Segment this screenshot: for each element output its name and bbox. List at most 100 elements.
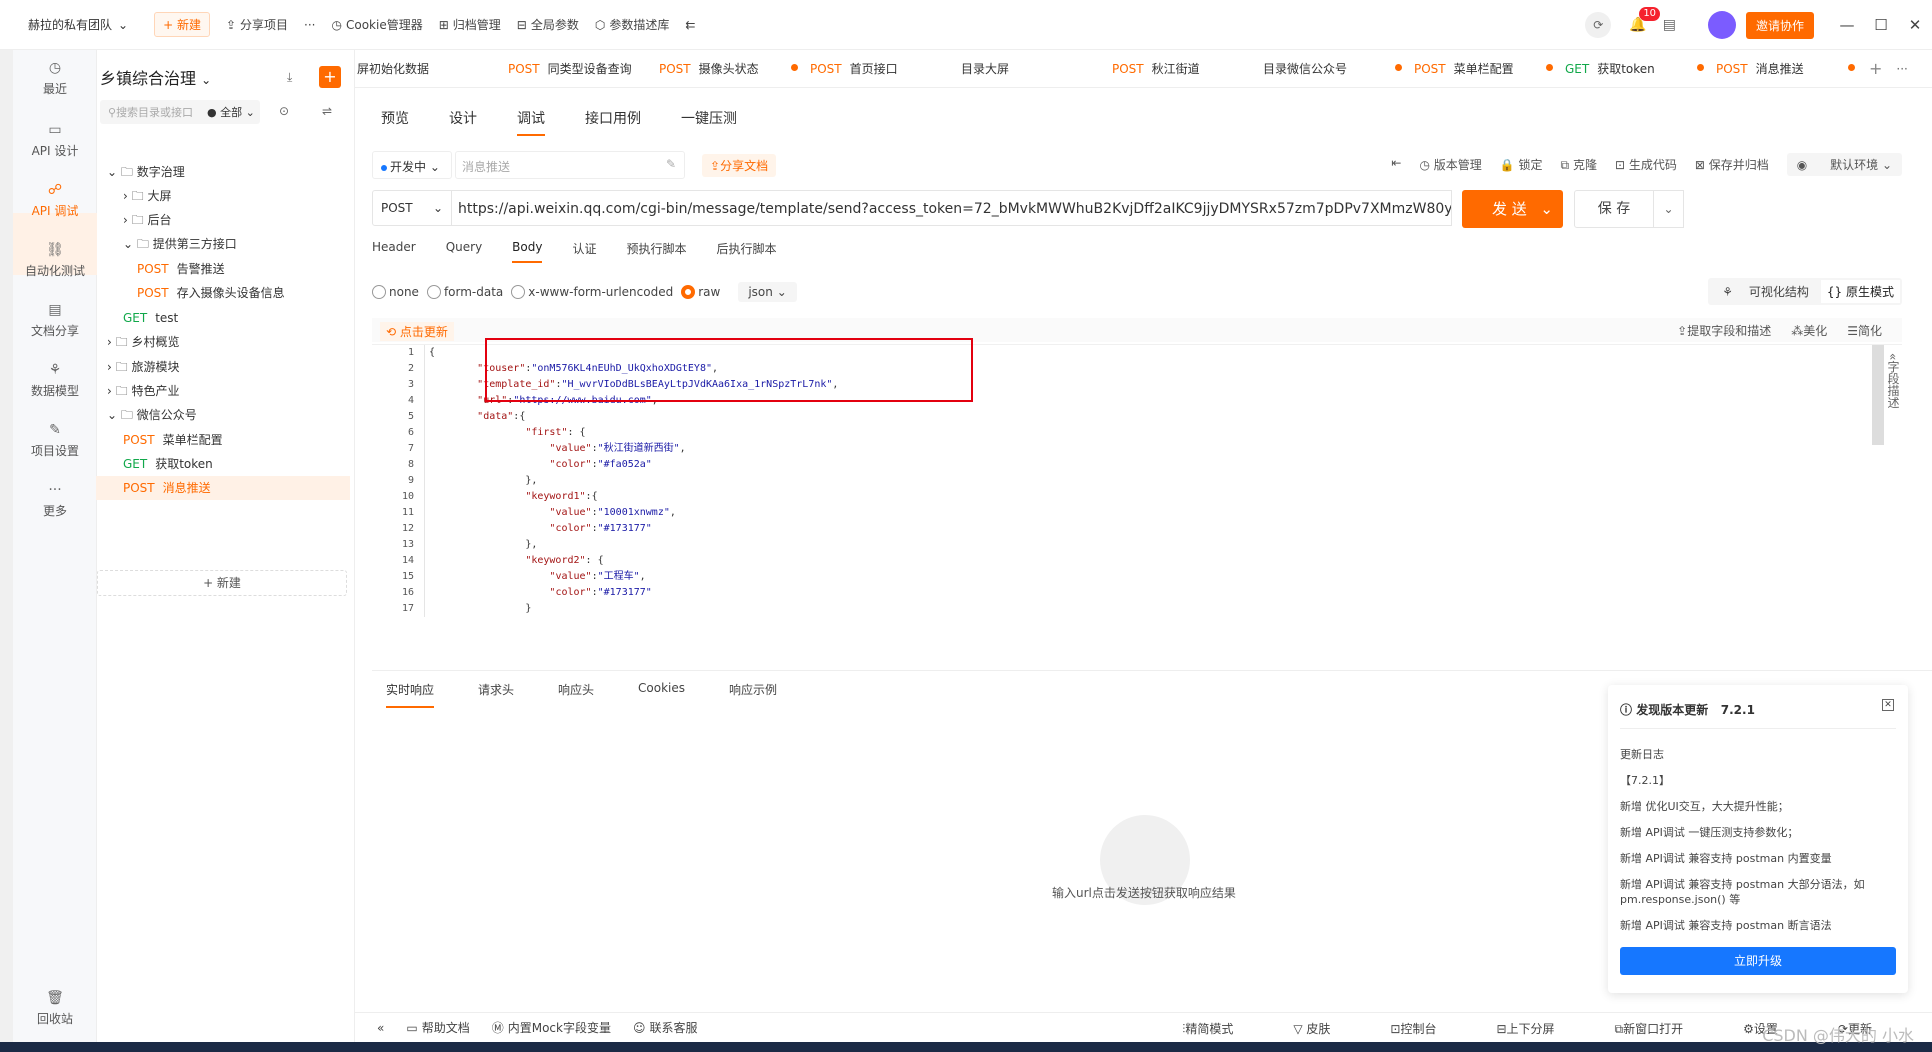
refresh-button[interactable]: ⟲ 点击更新 xyxy=(380,322,454,341)
raw-mode-button[interactable]: {} 原生模式 xyxy=(1820,280,1900,303)
lock-button[interactable]: 🔒 锁定 xyxy=(1500,156,1543,176)
raw-format-select[interactable]: json ⌄ xyxy=(738,282,797,302)
nav-automation[interactable]: ⛓ 自动化测试 xyxy=(13,242,97,279)
team-selector[interactable]: 赫拉的私有团队 ⌄ xyxy=(28,16,128,33)
save-more-icon[interactable]: ⌄ xyxy=(1654,190,1684,228)
help-docs-button[interactable]: ▭ 帮助文档 xyxy=(406,1019,469,1036)
bell-icon[interactable]: 🔔 10 xyxy=(1629,7,1661,33)
more-menu-button[interactable]: ··· xyxy=(304,18,315,32)
param-library-button[interactable]: ⬡ 参数描述库 xyxy=(595,16,670,33)
tab-item[interactable]: 屏初始化数据 xyxy=(355,60,506,77)
nav-api-debug[interactable]: ☍ API 调试 xyxy=(13,182,97,219)
nav-doc-share[interactable]: ▤ 文档分享 xyxy=(13,302,97,339)
minimize-icon[interactable]: — xyxy=(1830,16,1864,34)
radio-form-data[interactable]: form-data xyxy=(426,285,503,299)
tree-folder[interactable]: ⌄ 🗀 提供第三方接口 xyxy=(97,232,347,256)
tab-item[interactable]: 目录大屏 xyxy=(959,60,1110,77)
nav-data-model[interactable]: ⚘ 数据模型 xyxy=(13,362,97,399)
tab-item[interactable]: 目录微信公众号 xyxy=(1261,60,1412,77)
tree-filter-select[interactable]: ● 全部 ⌄ xyxy=(207,104,255,120)
archive-button[interactable]: ⊞ 归档管理 xyxy=(439,16,501,33)
tab-stress-test[interactable]: 一键压测 xyxy=(681,108,737,136)
maximize-icon[interactable]: ☐ xyxy=(1864,16,1898,34)
env-select[interactable]: ◉ 默认环境 ⌄ xyxy=(1786,153,1902,176)
sync-icon[interactable]: ⟳ xyxy=(1585,12,1612,38)
new-window-button[interactable]: ⧉新窗口打开 xyxy=(1615,1020,1714,1037)
tab-query[interactable]: Query xyxy=(446,240,482,263)
import-icon[interactable]: ⤓ xyxy=(287,70,292,85)
save-button[interactable]: 保 存 xyxy=(1574,190,1654,228)
tab-preview[interactable]: 预览 xyxy=(381,108,409,136)
status-select[interactable]: 开发中 ⌄ xyxy=(372,151,452,179)
api-name-input[interactable]: 消息推送 ✎ xyxy=(455,151,685,179)
tab-pre-script[interactable]: 预执行脚本 xyxy=(626,240,686,263)
nav-project-settings[interactable]: ✎ 项目设置 xyxy=(13,422,97,459)
tree-folder[interactable]: ⌄ 🗀 微信公众号 xyxy=(97,403,347,427)
method-select[interactable]: POST ⌄ xyxy=(372,190,452,226)
tree-api-item[interactable]: POST 存入摄像头设备信息 xyxy=(97,281,347,305)
tab-auth[interactable]: 认证 xyxy=(572,240,596,263)
cookie-manager-button[interactable]: ◷ Cookie管理器 xyxy=(331,16,422,33)
tree-api-item[interactable]: POST 告警推送 xyxy=(97,257,347,281)
tree-folder[interactable]: › 🗀 旅游模块 xyxy=(97,355,347,379)
tree-api-item[interactable]: POST 菜单栏配置 xyxy=(97,428,347,452)
tab-item[interactable]: POST 秋江街道 xyxy=(1110,60,1261,77)
tree-api-item[interactable]: GET 获取token xyxy=(97,452,347,476)
support-button[interactable]: ☺ 联系客服 xyxy=(633,1019,698,1036)
tree-api-item[interactable]: GET test xyxy=(97,306,347,330)
tab-item[interactable]: POST 菜单栏配置 xyxy=(1412,60,1563,77)
simplify-button[interactable]: ☰简化 xyxy=(1847,322,1882,339)
tab-item[interactable]: GET 获取token xyxy=(1563,60,1714,77)
tab-debug[interactable]: 调试 xyxy=(517,108,545,136)
avatar[interactable] xyxy=(1707,11,1736,39)
tree-folder[interactable]: › 🗀 后台 xyxy=(97,208,347,232)
split-button[interactable]: ⊟上下分屏 xyxy=(1496,1020,1584,1037)
radio-urlencoded[interactable]: x-www-form-urlencoded xyxy=(511,285,673,299)
tab-post-script[interactable]: 后执行脚本 xyxy=(717,240,777,263)
visual-mode-button[interactable]: ⚘ 可视化结构 xyxy=(1710,280,1821,303)
nav-api-design[interactable]: ▭ API 设计 xyxy=(13,122,97,159)
clipboard-icon[interactable]: ▤ xyxy=(1663,17,1676,33)
compact-mode-button[interactable]: ⫶精简模式 xyxy=(1182,1020,1263,1037)
global-params-button[interactable]: ⊟ 全局参数 xyxy=(517,16,579,33)
tab-body[interactable]: Body xyxy=(512,240,543,263)
new-node-button[interactable]: + 新建 xyxy=(97,570,347,596)
radio-raw[interactable]: raw xyxy=(681,285,720,299)
add-tab-icon[interactable]: + xyxy=(1869,59,1882,78)
share-doc-button[interactable]: ⇪分享文档 xyxy=(702,154,777,177)
radio-none[interactable]: none xyxy=(372,285,419,299)
outline-toggle-icon[interactable]: ⇤ xyxy=(1391,156,1401,176)
tab-request-headers[interactable]: 请求头 xyxy=(478,671,514,708)
collapse-toolbar-button[interactable]: ⇇ xyxy=(685,18,695,32)
nav-recent[interactable]: ◷ 最近 xyxy=(13,60,97,97)
new-button[interactable]: + 新建 xyxy=(154,12,210,37)
tree-api-item-selected[interactable]: POST 消息推送 xyxy=(96,476,350,500)
tree-folder[interactable]: › 🗀 大屏 xyxy=(97,184,347,208)
tab-item[interactable]: POST 同类型设备查询 xyxy=(506,60,657,77)
nav-more[interactable]: ··· 更多 xyxy=(13,482,97,519)
tab-response-example[interactable]: 响应示例 xyxy=(729,671,777,708)
project-selector[interactable]: 乡镇综合治理 ⌄ xyxy=(100,65,211,89)
nav-recycle-bin[interactable]: 🗑 回收站 xyxy=(13,990,97,1027)
collapse-sidebar-icon[interactable]: « xyxy=(377,1021,384,1035)
mock-vars-button[interactable]: Ⓜ 内置Mock字段变量 xyxy=(492,1019,611,1036)
tab-item-active[interactable]: POST 消息推送 xyxy=(1714,60,1865,77)
locate-icon[interactable]: ⊙ xyxy=(279,104,289,118)
field-desc-toggle[interactable]: «字段描述 xyxy=(1882,353,1904,414)
tree-folder[interactable]: › 🗀 特色产业 xyxy=(97,379,347,403)
tab-cookies[interactable]: Cookies xyxy=(638,671,685,708)
close-icon[interactable]: ✕ xyxy=(1898,16,1932,34)
send-button[interactable]: 发 送 ⌄ xyxy=(1462,190,1563,228)
share-project-button[interactable]: ⇪ 分享项目 xyxy=(226,16,288,33)
collapse-all-icon[interactable]: ⇌ xyxy=(322,104,332,118)
skin-button[interactable]: ▽ 皮肤 xyxy=(1293,1020,1360,1037)
version-button[interactable]: ◷ 版本管理 xyxy=(1419,156,1481,176)
clone-button[interactable]: ⧉ 克隆 xyxy=(1561,156,1597,176)
tab-live-response[interactable]: 实时响应 xyxy=(386,671,435,708)
close-icon[interactable]: ✕ xyxy=(1882,699,1894,711)
upgrade-button[interactable]: 立即升级 xyxy=(1620,947,1896,975)
tab-header[interactable]: Header xyxy=(372,240,416,263)
save-archive-button[interactable]: ⊠ 保存并归档 xyxy=(1695,156,1769,176)
add-api-button[interactable]: + xyxy=(319,66,341,88)
gen-code-button[interactable]: ⊡ 生成代码 xyxy=(1615,156,1677,176)
